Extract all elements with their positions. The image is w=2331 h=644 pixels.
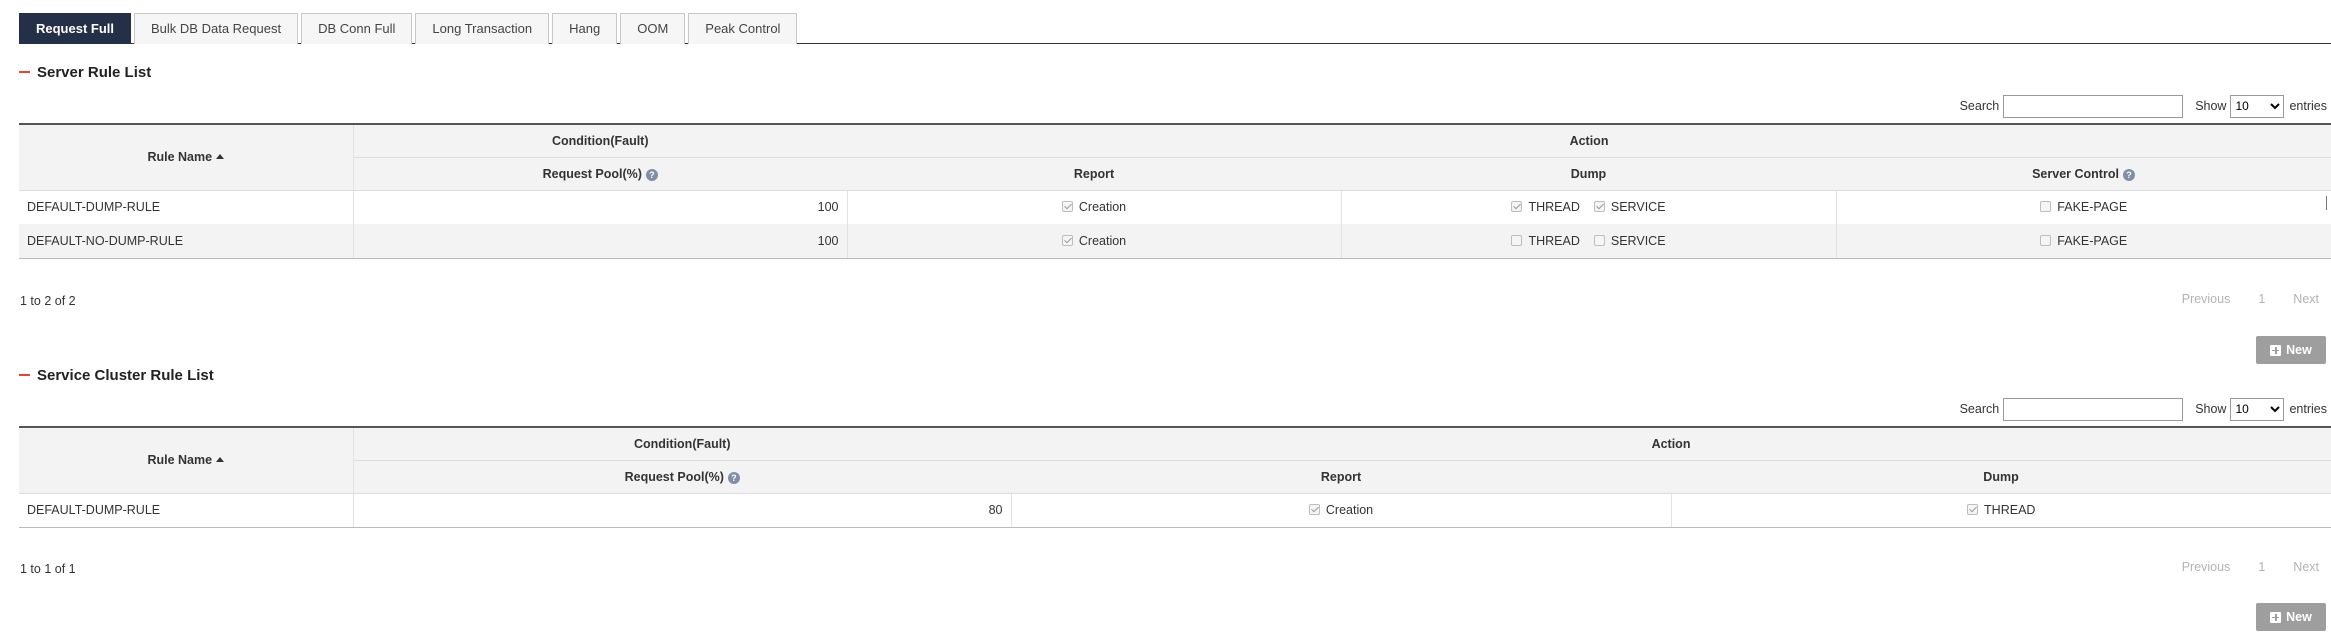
column-rule-name[interactable]: Rule Name — [19, 426, 354, 494]
show-label: Show — [2195, 99, 2227, 113]
report-cell: Creation — [847, 224, 1342, 259]
report-checkbox[interactable] — [1061, 234, 1073, 246]
column-condition: Condition(Fault) — [353, 123, 847, 158]
column-report: Report — [847, 157, 1341, 191]
column-request-pool: Request Pool(%)? — [353, 157, 847, 191]
cluster-search-row: Search Show 10 entries — [1960, 397, 2327, 421]
report-cell: Creation — [847, 190, 1342, 224]
sort-asc-icon — [216, 457, 225, 463]
cluster-entries-select[interactable]: 10 — [2230, 397, 2285, 421]
column-resize-handle[interactable] — [2326, 196, 2331, 210]
tab-long-transaction[interactable]: Long Transaction — [415, 13, 550, 44]
thread-checkbox[interactable] — [1511, 201, 1523, 213]
column-dump: Dump — [1671, 460, 2331, 494]
report-checkbox[interactable] — [1061, 201, 1073, 213]
collapse-dash-icon[interactable] — [19, 71, 30, 73]
table-row[interactable]: DEFAULT-NO-DUMP-RULE 100 Creation THREAD… — [19, 224, 2331, 259]
tab-hang[interactable]: Hang — [552, 13, 618, 44]
column-report: Report — [1011, 460, 1671, 494]
next-page-link[interactable]: Next — [2293, 292, 2319, 306]
page-number-link[interactable]: 1 — [2258, 292, 2265, 306]
plus-icon — [2270, 611, 2282, 623]
cluster-rule-list-title: Service Cluster Rule List — [19, 364, 214, 386]
cluster-new-button[interactable]: New — [2256, 603, 2326, 631]
column-action: Action — [1011, 426, 2331, 461]
service-checkbox[interactable] — [1593, 234, 1605, 246]
server-search-input[interactable] — [2003, 94, 2184, 118]
tab-bulk-db-data-request[interactable]: Bulk DB Data Request — [134, 13, 299, 44]
show-label: Show — [2195, 402, 2227, 416]
rule-tabs: Request Full Bulk DB Data Request DB Con… — [19, 13, 2331, 44]
server-rule-list-title: Server Rule List — [19, 61, 151, 83]
search-label: Search — [1959, 402, 2000, 416]
tab-request-full[interactable]: Request Full — [19, 13, 132, 44]
server-control-cell: FAKE-PAGE — [1836, 224, 2331, 259]
thread-checkbox[interactable] — [1967, 504, 1979, 515]
plus-icon — [2270, 344, 2282, 356]
previous-page-link[interactable]: Previous — [2182, 560, 2231, 574]
next-page-link[interactable]: Next — [2293, 560, 2319, 574]
search-label: Search — [1959, 99, 2000, 113]
entries-label: entries — [2289, 99, 2327, 113]
server-control-cell: FAKE-PAGE — [1836, 190, 2331, 224]
section-title-text: Service Cluster Rule List — [37, 366, 214, 384]
help-icon[interactable]: ? — [2122, 168, 2135, 181]
dump-cell: THREAD — [1671, 493, 2331, 528]
table-row[interactable]: DEFAULT-DUMP-RULE 100 Creation THREAD SER… — [19, 190, 2331, 224]
report-checkbox[interactable] — [1308, 504, 1320, 515]
column-action: Action — [847, 123, 2331, 158]
report-cell: Creation — [1011, 493, 1672, 528]
section-title-text: Server Rule List — [37, 63, 152, 81]
column-condition: Condition(Fault) — [353, 426, 1011, 461]
server-pagination: Previous 1 Next — [2154, 292, 2319, 306]
column-dump: Dump — [1341, 157, 1836, 191]
tab-peak-control[interactable]: Peak Control — [688, 13, 798, 44]
server-entries-select[interactable]: 10 — [2230, 94, 2285, 118]
page-number-link[interactable]: 1 — [2258, 560, 2265, 574]
cluster-search-input[interactable] — [2003, 397, 2184, 421]
rule-name-cell: DEFAULT-DUMP-RULE — [19, 190, 354, 224]
rule-name-cell: DEFAULT-NO-DUMP-RULE — [19, 224, 354, 259]
column-server-control: Server Control? — [1836, 157, 2331, 191]
thread-checkbox[interactable] — [1511, 234, 1523, 246]
dump-cell: THREAD SERVICE — [1341, 190, 1837, 224]
server-new-button[interactable]: New — [2256, 336, 2326, 364]
tab-db-conn-full[interactable]: DB Conn Full — [301, 13, 413, 44]
server-rule-table: Rule Name Condition(Fault) Action Reques… — [19, 123, 2331, 259]
help-icon[interactable]: ? — [645, 168, 658, 181]
tab-oom[interactable]: OOM — [620, 13, 686, 44]
help-icon[interactable]: ? — [727, 471, 740, 484]
column-rule-name[interactable]: Rule Name — [19, 123, 354, 191]
request-pool-cell: 100 — [353, 224, 848, 259]
service-checkbox[interactable] — [1593, 201, 1605, 213]
request-pool-cell: 80 — [353, 493, 1012, 528]
column-request-pool: Request Pool(%)? — [353, 460, 1011, 494]
previous-page-link[interactable]: Previous — [2182, 292, 2231, 306]
request-pool-cell: 100 — [353, 190, 848, 224]
cluster-rule-table: Rule Name Condition(Fault) Action Reques… — [19, 426, 2331, 528]
collapse-dash-icon[interactable] — [19, 374, 30, 376]
server-search-row: Search Show 10 entries — [1960, 94, 2327, 118]
server-table-info: 1 to 2 of 2 — [20, 294, 76, 308]
fake-page-checkbox[interactable] — [2040, 201, 2052, 213]
cluster-pagination: Previous 1 Next — [2154, 560, 2319, 574]
entries-label: entries — [2289, 402, 2327, 416]
dump-cell: THREAD SERVICE — [1341, 224, 1837, 259]
fake-page-checkbox[interactable] — [2040, 234, 2052, 246]
rule-name-cell: DEFAULT-DUMP-RULE — [19, 493, 354, 528]
cluster-table-info: 1 to 1 of 1 — [20, 562, 76, 576]
table-row[interactable]: DEFAULT-DUMP-RULE 80 Creation THREAD — [19, 493, 2331, 528]
sort-asc-icon — [216, 154, 225, 160]
